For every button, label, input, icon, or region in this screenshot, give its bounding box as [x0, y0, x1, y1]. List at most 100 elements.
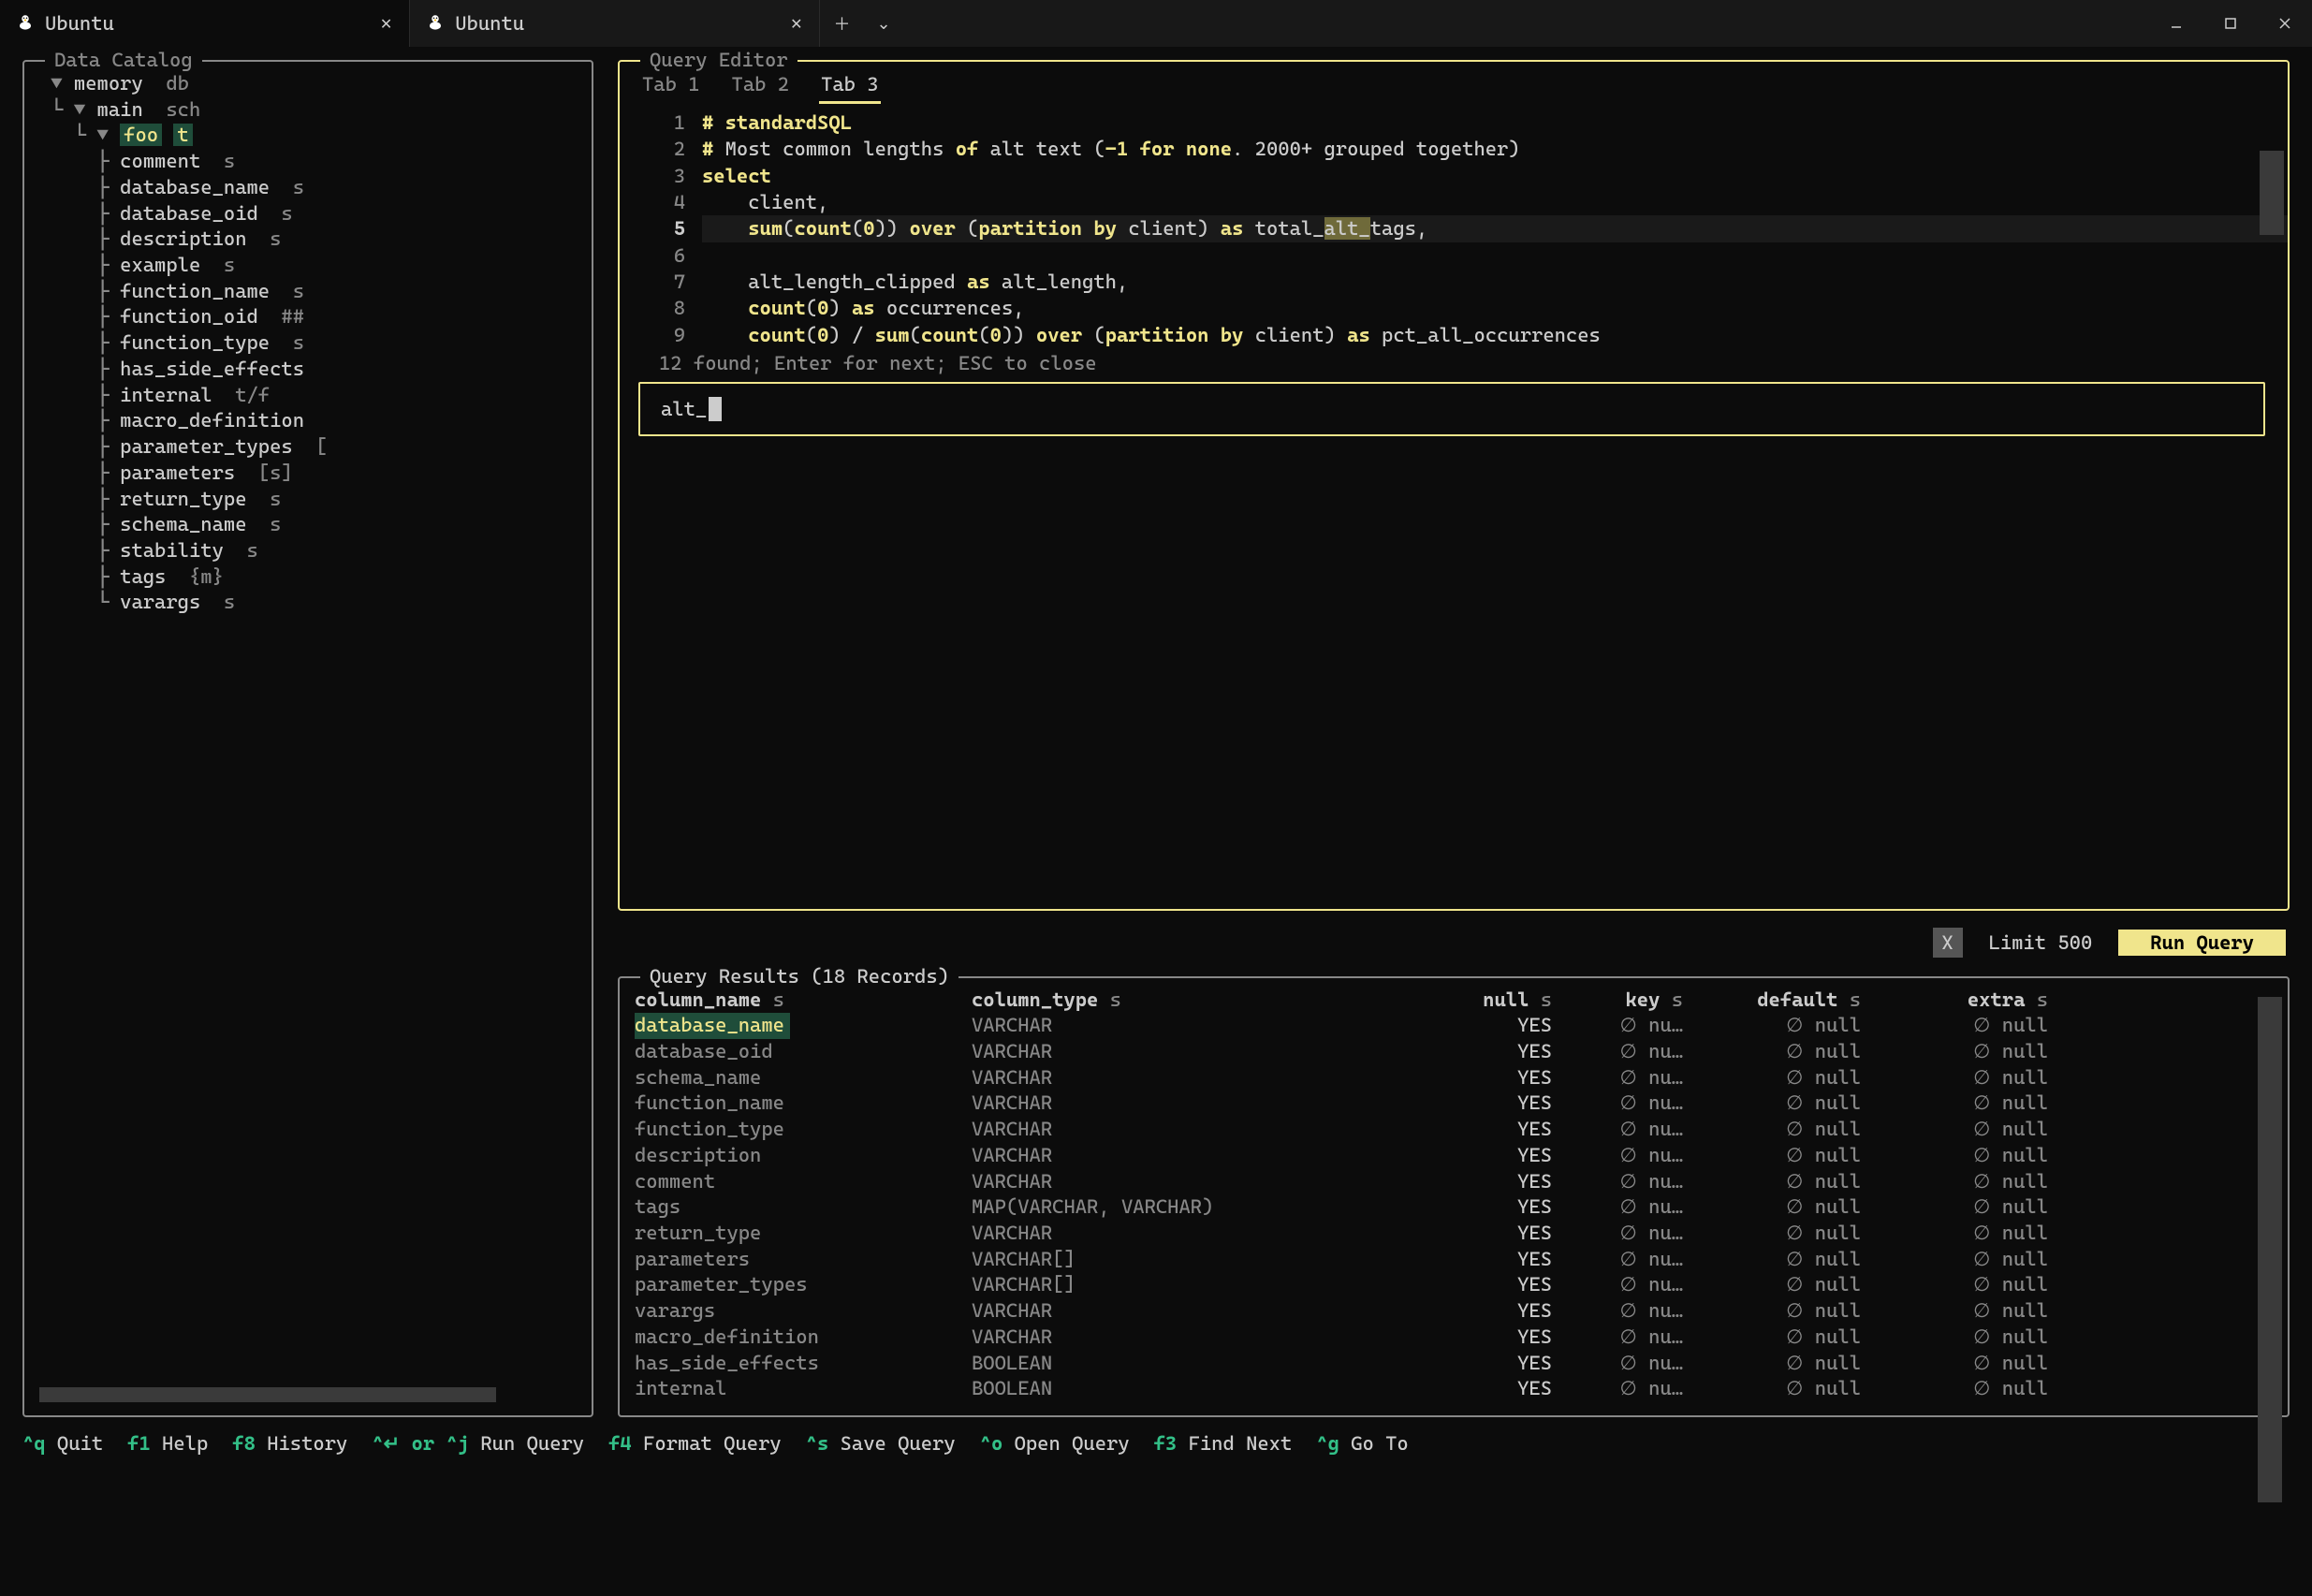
table-cell[interactable]: varargs — [635, 1298, 972, 1325]
table-cell[interactable]: ∅ nu… — [1552, 1117, 1683, 1143]
table-cell[interactable]: ∅ nu… — [1552, 1247, 1683, 1273]
table-cell[interactable]: macro_definition — [635, 1325, 972, 1351]
table-cell[interactable]: VARCHAR — [972, 1221, 1402, 1247]
table-cell[interactable]: VARCHAR — [972, 1091, 1402, 1117]
table-cell[interactable]: YES — [1402, 1194, 1552, 1221]
table-cell[interactable]: VARCHAR — [972, 1169, 1402, 1195]
table-cell[interactable]: YES — [1402, 1013, 1552, 1039]
table-cell[interactable]: ∅ null — [1861, 1221, 2048, 1247]
table-cell[interactable]: ∅ null — [1683, 1376, 1861, 1402]
table-cell[interactable]: YES — [1402, 1376, 1552, 1402]
table-cell[interactable]: ∅ null — [1683, 1194, 1861, 1221]
table-cell[interactable]: ∅ null — [1861, 1325, 2048, 1351]
catalog-tree[interactable]: ▼ memory db └ ▼ main sch └ ▼ foo t ├ com… — [39, 71, 577, 616]
results-table[interactable]: column_name scolumn_type snull skey sdef… — [635, 988, 2288, 1403]
column-header[interactable]: null s — [1402, 988, 1552, 1014]
column-header[interactable]: extra s — [1861, 988, 2048, 1014]
table-cell[interactable]: ∅ null — [1683, 1117, 1861, 1143]
maximize-button[interactable] — [2203, 0, 2258, 47]
table-cell[interactable]: schema_name — [635, 1065, 972, 1091]
table-cell[interactable]: YES — [1402, 1351, 1552, 1377]
table-cell[interactable]: ∅ nu… — [1552, 1194, 1683, 1221]
table-cell[interactable]: YES — [1402, 1325, 1552, 1351]
table-cell[interactable]: ∅ nu… — [1552, 1272, 1683, 1298]
clear-limit-button[interactable]: X — [1933, 928, 1963, 958]
column-header[interactable]: column_name s — [635, 988, 972, 1014]
table-cell[interactable]: YES — [1402, 1298, 1552, 1325]
table-cell[interactable]: ∅ null — [1683, 1091, 1861, 1117]
table-cell[interactable]: ∅ null — [1861, 1091, 2048, 1117]
table-cell[interactable]: ∅ null — [1861, 1117, 2048, 1143]
table-cell[interactable]: YES — [1402, 1039, 1552, 1065]
table-cell[interactable]: ∅ null — [1861, 1194, 2048, 1221]
table-cell[interactable]: YES — [1402, 1247, 1552, 1273]
table-cell[interactable]: ∅ null — [1861, 1039, 2048, 1065]
table-cell[interactable]: ∅ null — [1683, 1065, 1861, 1091]
table-cell[interactable]: VARCHAR — [972, 1117, 1402, 1143]
code-editor[interactable]: 1# standardSQL 2# Most common lengths of… — [635, 110, 2288, 348]
table-cell[interactable]: ∅ null — [1861, 1298, 2048, 1325]
table-cell[interactable]: VARCHAR — [972, 1298, 1402, 1325]
table-cell[interactable]: VARCHAR — [972, 1039, 1402, 1065]
table-cell[interactable]: ∅ null — [1683, 1351, 1861, 1377]
table-cell[interactable]: VARCHAR[] — [972, 1272, 1402, 1298]
table-cell[interactable]: ∅ null — [1861, 1272, 2048, 1298]
table-cell[interactable]: function_type — [635, 1117, 972, 1143]
table-cell[interactable]: ∅ nu… — [1552, 1325, 1683, 1351]
table-cell[interactable]: ∅ null — [1683, 1298, 1861, 1325]
close-icon[interactable]: ✕ — [790, 15, 802, 33]
table-cell[interactable]: ∅ nu… — [1552, 1169, 1683, 1195]
table-cell[interactable]: ∅ nu… — [1552, 1091, 1683, 1117]
table-cell[interactable]: ∅ null — [1683, 1247, 1861, 1273]
table-cell[interactable]: ∅ nu… — [1552, 1013, 1683, 1039]
window-close-button[interactable] — [2258, 0, 2312, 47]
table-cell[interactable]: ∅ nu… — [1552, 1143, 1683, 1169]
table-cell[interactable]: YES — [1402, 1169, 1552, 1195]
table-cell[interactable]: ∅ null — [1861, 1143, 2048, 1169]
table-cell[interactable]: ∅ nu… — [1552, 1221, 1683, 1247]
table-cell[interactable]: internal — [635, 1376, 972, 1402]
table-cell[interactable]: YES — [1402, 1117, 1552, 1143]
table-cell[interactable]: tags — [635, 1194, 972, 1221]
table-cell[interactable]: ∅ nu… — [1552, 1065, 1683, 1091]
table-cell[interactable]: ∅ null — [1683, 1169, 1861, 1195]
table-cell[interactable]: ∅ null — [1683, 1039, 1861, 1065]
table-cell[interactable]: database_oid — [635, 1039, 972, 1065]
table-cell[interactable]: ∅ null — [1683, 1143, 1861, 1169]
table-cell[interactable]: ∅ null — [1683, 1272, 1861, 1298]
table-cell[interactable]: YES — [1402, 1143, 1552, 1169]
table-cell[interactable]: ∅ null — [1861, 1376, 2048, 1402]
table-cell[interactable]: YES — [1402, 1221, 1552, 1247]
table-cell[interactable]: ∅ null — [1861, 1351, 2048, 1377]
table-cell[interactable]: parameter_types — [635, 1272, 972, 1298]
table-cell[interactable]: BOOLEAN — [972, 1376, 1402, 1402]
table-cell[interactable]: BOOLEAN — [972, 1351, 1402, 1377]
table-cell[interactable]: YES — [1402, 1272, 1552, 1298]
table-cell[interactable]: VARCHAR — [972, 1065, 1402, 1091]
column-header[interactable]: key s — [1552, 988, 1683, 1014]
table-cell[interactable]: parameters — [635, 1247, 972, 1273]
table-cell[interactable]: ∅ null — [1861, 1247, 2048, 1273]
table-cell[interactable]: ∅ null — [1683, 1013, 1861, 1039]
window-tab-1[interactable]: Ubuntu ✕ — [0, 0, 410, 47]
table-cell[interactable]: ∅ null — [1683, 1325, 1861, 1351]
run-query-button[interactable]: Run Query — [2118, 930, 2286, 956]
table-cell[interactable]: YES — [1402, 1091, 1552, 1117]
editor-scrollbar[interactable] — [2260, 151, 2284, 413]
table-cell[interactable]: function_name — [635, 1091, 972, 1117]
editor-tab-2[interactable]: Tab 2 — [730, 71, 792, 104]
table-cell[interactable]: ∅ nu… — [1552, 1039, 1683, 1065]
close-icon[interactable]: ✕ — [380, 15, 392, 33]
table-cell[interactable]: has_side_effects — [635, 1351, 972, 1377]
table-cell[interactable]: VARCHAR — [972, 1013, 1402, 1039]
table-cell[interactable]: ∅ nu… — [1552, 1298, 1683, 1325]
results-scrollbar[interactable] — [2258, 997, 2282, 1596]
table-cell[interactable]: MAP(VARCHAR, VARCHAR) — [972, 1194, 1402, 1221]
minimize-button[interactable] — [2149, 0, 2203, 47]
table-cell[interactable]: ∅ nu… — [1552, 1376, 1683, 1402]
table-cell[interactable]: description — [635, 1143, 972, 1169]
new-tab-button[interactable]: ＋ — [820, 0, 863, 47]
catalog-scrollbar[interactable] — [39, 1387, 577, 1402]
window-tab-2[interactable]: Ubuntu ✕ — [410, 0, 820, 47]
table-cell[interactable]: ∅ null — [1861, 1065, 2048, 1091]
